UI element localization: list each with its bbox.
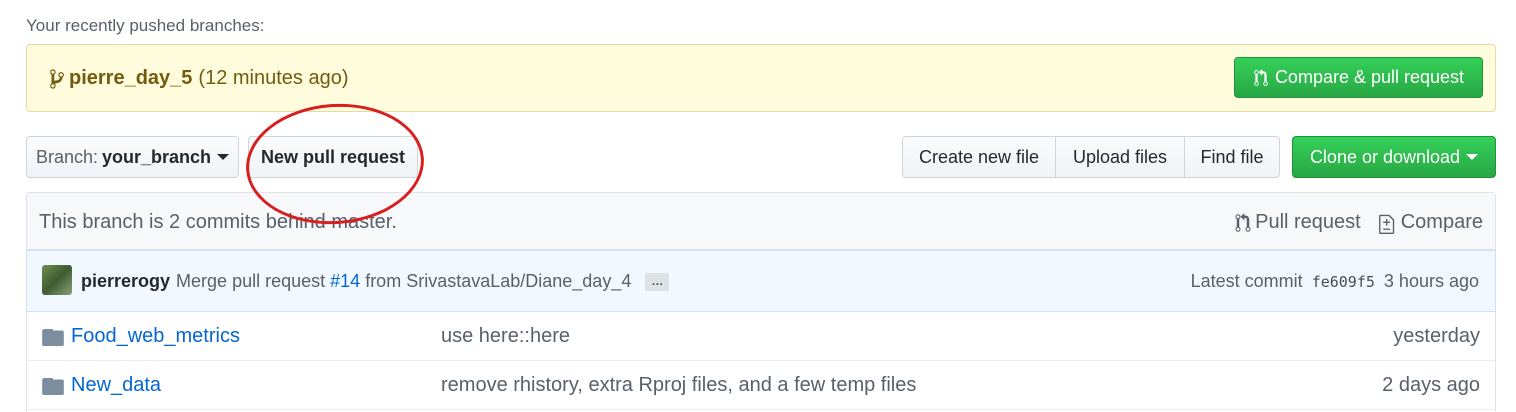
latest-commit-bar: pierrerogy Merge pull request #14 from S… — [26, 250, 1496, 312]
commit-message: pierrerogy Merge pull request #14 from S… — [81, 271, 670, 292]
caret-down-icon — [217, 154, 230, 160]
compare-link[interactable]: Compare — [1378, 211, 1483, 234]
commit-message-prefix[interactable]: Merge pull request — [176, 271, 325, 292]
commit-meta: Latest commit fe609f5 3 hours ago — [1191, 271, 1479, 292]
recent-branch-link[interactable]: pierre_day_5 (12 minutes ago) — [49, 67, 349, 90]
file-name-link[interactable]: New_data — [71, 374, 161, 397]
table-row: New_data remove rhistory, extra Rproj fi… — [27, 361, 1495, 410]
pull-request-link[interactable]: Pull request — [1235, 211, 1361, 234]
file-name-link[interactable]: Food_web_metrics — [71, 325, 240, 348]
file-list: Food_web_metrics use here::here yesterda… — [26, 312, 1496, 412]
clone-or-download-label: Clone or download — [1309, 146, 1461, 167]
recent-branch-age: (12 minutes ago) — [198, 67, 349, 89]
compare-pull-request-label: Compare & pull request — [1274, 67, 1465, 87]
commit-author[interactable]: pierrerogy — [81, 271, 170, 292]
compare-link-label: Compare — [1400, 211, 1483, 233]
file-diff-icon — [1378, 214, 1394, 234]
avatar[interactable] — [42, 265, 72, 295]
create-new-file-button[interactable]: Create new file — [902, 136, 1056, 178]
file-age: yesterday — [1393, 325, 1480, 347]
recent-branches-title: Your recently pushed branches: — [26, 16, 265, 35]
commit-time: 3 hours ago — [1383, 271, 1479, 291]
commit-sha-link[interactable]: fe609f5 — [1312, 273, 1375, 291]
commit-pr-link[interactable]: #14 — [330, 271, 360, 292]
branch-value: your_branch — [102, 146, 212, 167]
caret-down-icon — [1466, 154, 1479, 160]
file-age: 2 days ago — [1382, 374, 1480, 396]
branch-select-button[interactable]: Branch: your_branch — [26, 136, 239, 178]
recent-branch-name[interactable]: pierre_day_5 — [69, 67, 192, 90]
branch-status-text: This branch is 2 commits behind master. — [39, 211, 397, 233]
pull-request-link-label: Pull request — [1255, 211, 1361, 233]
compare-pull-request-button[interactable]: Compare & pull request — [1234, 57, 1483, 98]
upload-files-button[interactable]: Upload files — [1055, 136, 1185, 178]
git-branch-icon — [50, 68, 64, 89]
file-commit-message[interactable]: remove rhistory, extra Rproj files, and … — [441, 374, 916, 397]
branch-info-bar: This branch is 2 commits behind master. … — [26, 192, 1496, 250]
expand-commit-button[interactable]: … — [645, 272, 670, 291]
pull-request-icon — [1254, 68, 1268, 86]
new-pull-request-button[interactable]: New pull request — [248, 136, 418, 178]
folder-icon — [42, 378, 64, 395]
table-row: Food_web_metrics use here::here yesterda… — [27, 312, 1495, 361]
latest-commit-label: Latest commit — [1190, 271, 1303, 291]
clone-or-download-button[interactable]: Clone or download — [1292, 136, 1496, 178]
folder-icon — [42, 329, 64, 346]
branch-label: Branch: — [35, 146, 98, 167]
branch-actions: Pull request Compare — [1217, 211, 1483, 234]
pull-request-icon — [1235, 212, 1251, 232]
find-file-button[interactable]: Find file — [1184, 136, 1280, 178]
commit-message-suffix[interactable]: from SrivastavaLab/Diane_day_4 — [365, 271, 631, 292]
file-commit-message[interactable]: use here::here — [441, 325, 570, 348]
